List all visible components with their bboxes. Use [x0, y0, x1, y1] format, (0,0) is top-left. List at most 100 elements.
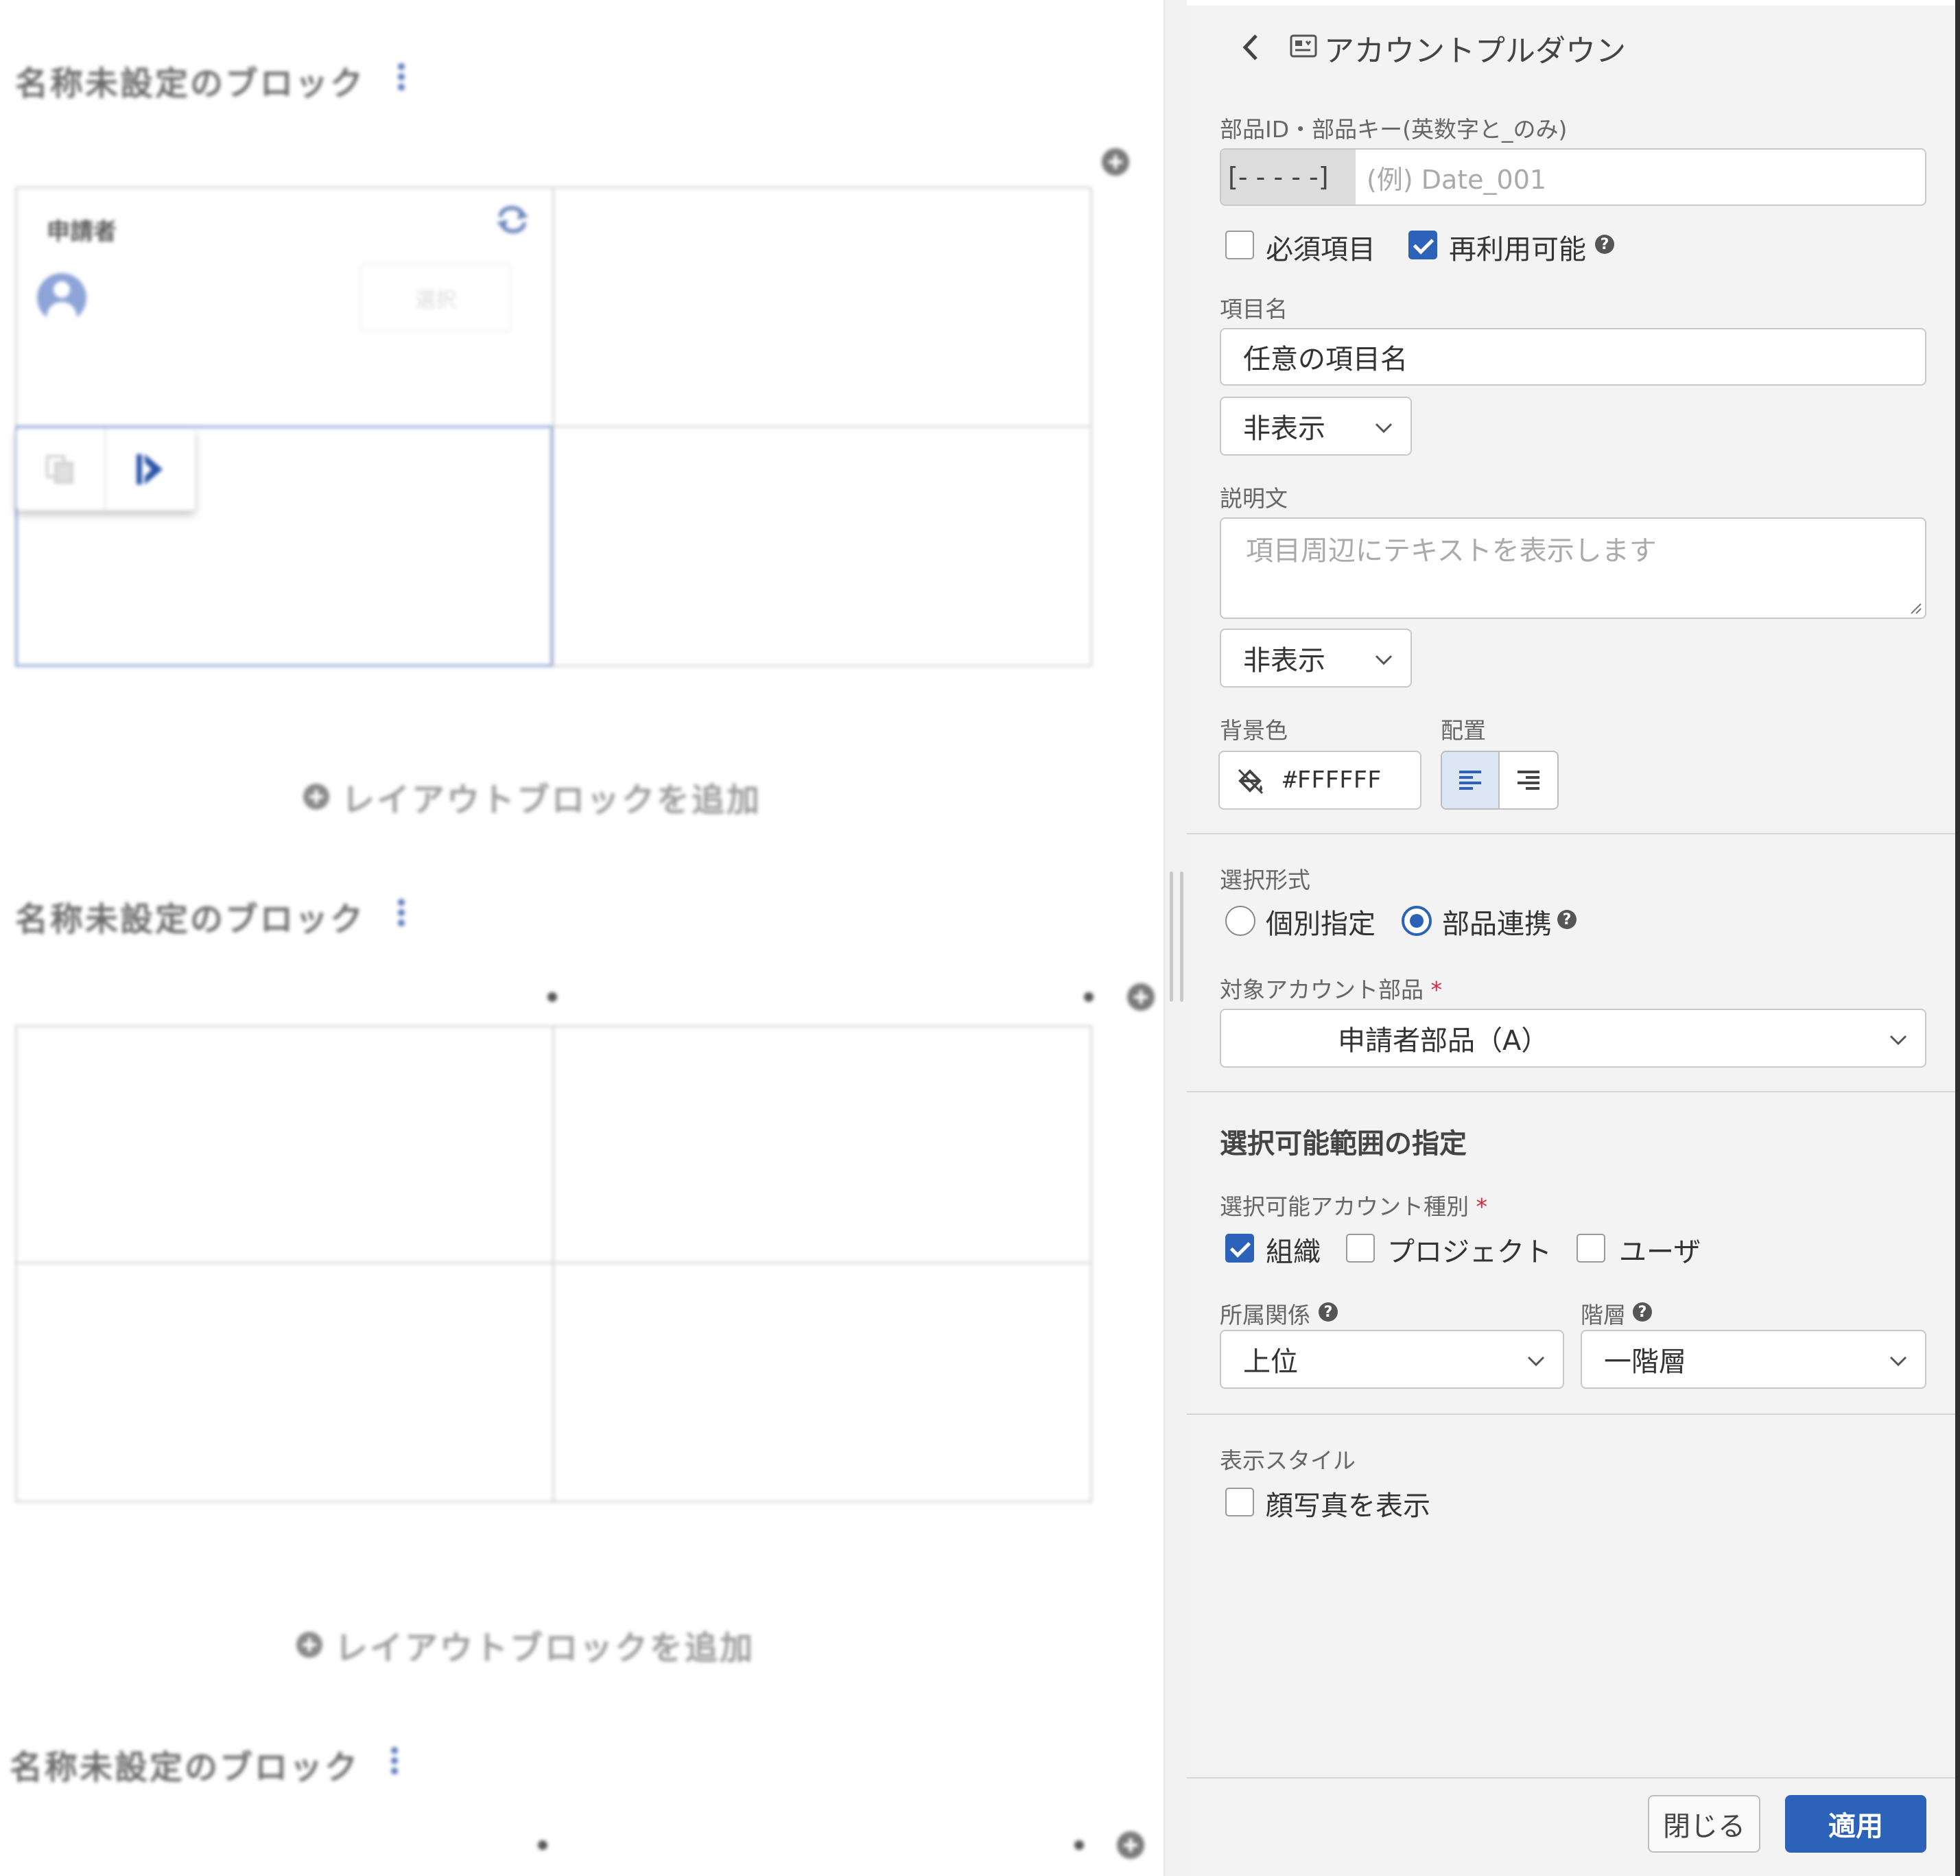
block-title-3[interactable]: 名称未設定のブロック: [10, 1740, 359, 1788]
dropdown-component-icon: [1290, 34, 1317, 58]
reusable-help-icon[interactable]: ?: [1595, 235, 1614, 254]
affiliation-help-icon[interactable]: ?: [1319, 1302, 1338, 1322]
add-layout-label: レイアウトブロックを追加: [335, 1629, 755, 1667]
hierarchy-select[interactable]: 一階層: [1581, 1330, 1926, 1389]
move-icon[interactable]: [106, 428, 195, 511]
layout-grid-2: [15, 1025, 1092, 1503]
paint-bucket-icon: [1238, 769, 1264, 795]
background-color-value: #FFFFFF: [1283, 766, 1382, 794]
show-photo-label: 顔写真を表示: [1266, 1490, 1430, 1522]
block-menu-icon[interactable]: [398, 899, 405, 926]
affiliation-label: 所属関係: [1220, 1302, 1310, 1328]
account-types-label: 選択可能アカウント種別 *: [1220, 1193, 1488, 1220]
applicant-cell-label: 申請者: [47, 218, 117, 246]
chevron-down-icon: [1889, 1035, 1907, 1046]
block-menu-icon[interactable]: [391, 1747, 398, 1774]
avatar-icon: [37, 273, 86, 323]
chevron-down-icon: [1889, 1356, 1907, 1367]
required-label: 必須項目: [1266, 234, 1375, 266]
block-title-1[interactable]: 名称未設定のブロック: [15, 56, 365, 104]
add-layout-label: レイアウトブロックを追加: [342, 781, 762, 819]
section-divider: [1187, 833, 1960, 834]
hierarchy-value: 一階層: [1604, 1346, 1686, 1378]
part-id-label: 部品ID・部品キー(英数字と_のみ): [1220, 116, 1568, 143]
affiliation-select[interactable]: 上位: [1220, 1330, 1564, 1389]
add-icon: [296, 1632, 322, 1658]
block-title-2[interactable]: 名称未設定のブロック: [15, 892, 365, 940]
type-project-checkbox[interactable]: [1346, 1234, 1375, 1263]
individual-radio-label: 個別指定: [1266, 908, 1375, 940]
panel-title: アカウントプルダウン: [1324, 34, 1626, 69]
add-layout-block-button-2[interactable]: レイアウトブロックを追加: [296, 1621, 755, 1669]
type-organization-checkbox[interactable]: [1225, 1234, 1254, 1263]
part-id-placeholder: (例) Date_001: [1367, 164, 1547, 195]
section-divider: [1187, 1414, 1960, 1415]
hierarchy-help-icon[interactable]: ?: [1633, 1302, 1652, 1322]
chevron-down-icon: [1527, 1356, 1545, 1367]
swap-icon[interactable]: [495, 206, 530, 233]
affiliation-value: 上位: [1243, 1346, 1298, 1378]
add-column-icon[interactable]: [1127, 983, 1155, 1011]
item-name-visibility-select[interactable]: 非表示: [1220, 397, 1412, 456]
part-id-prefix: [- - - - -]: [1221, 150, 1356, 204]
add-layout-block-button-1[interactable]: レイアウトブロックを追加: [303, 773, 761, 821]
description-label: 説明文: [1220, 485, 1288, 512]
form-canvas: 名称未設定のブロック 申請者 選択 レイアウトブロックを追加 名称未設定のブロッ…: [0, 0, 1164, 1876]
reusable-label: 再利用可能: [1449, 234, 1586, 266]
reusable-checkbox[interactable]: [1408, 231, 1437, 259]
resize-handle[interactable]: [538, 1840, 547, 1850]
apply-button[interactable]: 適用: [1785, 1795, 1926, 1853]
resize-handle[interactable]: [547, 992, 557, 1002]
window-edge: [1955, 0, 1960, 1876]
resize-handle[interactable]: [1084, 992, 1094, 1002]
alignment-label: 配置: [1441, 717, 1486, 744]
linked-part-help-icon[interactable]: ?: [1557, 910, 1577, 929]
item-name-label: 項目名: [1220, 296, 1288, 323]
target-account-select[interactable]: 申請者部品（A）: [1220, 1009, 1926, 1068]
required-checkbox[interactable]: [1225, 231, 1254, 259]
back-chevron-icon[interactable]: [1238, 32, 1263, 63]
drag-grip-icon[interactable]: [1170, 871, 1183, 1002]
footer-divider: [1187, 1777, 1960, 1779]
copy-icon[interactable]: [16, 428, 106, 511]
cell-toolbar: [16, 428, 195, 511]
block-menu-icon[interactable]: [398, 63, 405, 91]
item-name-input[interactable]: 任意の項目名: [1220, 328, 1926, 386]
target-account-label: 対象アカウント部品 *: [1220, 976, 1443, 1003]
resize-handle[interactable]: [1074, 1840, 1084, 1850]
resize-grip-icon[interactable]: [1907, 600, 1922, 615]
display-style-label: 表示スタイル: [1220, 1447, 1356, 1474]
align-right-button[interactable]: [1500, 752, 1557, 808]
part-id-field[interactable]: [- - - - -] (例) Date_001: [1220, 148, 1926, 206]
individual-radio[interactable]: [1225, 906, 1255, 936]
type-user-label: ユーザ: [1619, 1236, 1701, 1268]
panel-splitter[interactable]: [1164, 0, 1187, 1876]
target-account-value: 申請者部品（A）: [1338, 1025, 1549, 1057]
properties-panel: アカウントプルダウン 部品ID・部品キー(英数字と_のみ) [- - - - -…: [1187, 5, 1960, 1876]
chevron-down-icon: [1375, 655, 1393, 666]
range-section-title: 選択可能範囲の指定: [1220, 1128, 1467, 1160]
align-left-icon: [1459, 771, 1482, 790]
required-mark: *: [1430, 976, 1443, 1003]
add-column-icon[interactable]: [1117, 1831, 1144, 1859]
add-column-icon[interactable]: [1102, 148, 1129, 176]
show-photo-checkbox[interactable]: [1225, 1488, 1254, 1516]
description-placeholder: 項目周辺にテキストを表示します: [1246, 535, 1657, 567]
description-visibility-select[interactable]: 非表示: [1220, 629, 1412, 688]
type-organization-label: 組織: [1266, 1236, 1321, 1268]
selection-format-label: 選択形式: [1220, 867, 1310, 893]
chevron-down-icon: [1375, 423, 1393, 434]
add-icon: [303, 784, 329, 810]
close-button[interactable]: 閉じる: [1648, 1795, 1760, 1853]
description-textarea[interactable]: 項目周辺にテキストを表示します: [1220, 517, 1926, 619]
type-project-label: プロジェクト: [1387, 1236, 1552, 1268]
background-color-label: 背景色: [1220, 717, 1288, 744]
align-left-button[interactable]: [1442, 752, 1500, 808]
select-button[interactable]: 選択: [359, 263, 512, 332]
section-divider: [1187, 1091, 1960, 1092]
required-mark: *: [1476, 1193, 1488, 1220]
linked-part-radio[interactable]: [1402, 906, 1432, 936]
alignment-toggle: [1441, 751, 1559, 810]
background-color-input[interactable]: #FFFFFF: [1218, 751, 1421, 810]
type-user-checkbox[interactable]: [1577, 1234, 1605, 1263]
